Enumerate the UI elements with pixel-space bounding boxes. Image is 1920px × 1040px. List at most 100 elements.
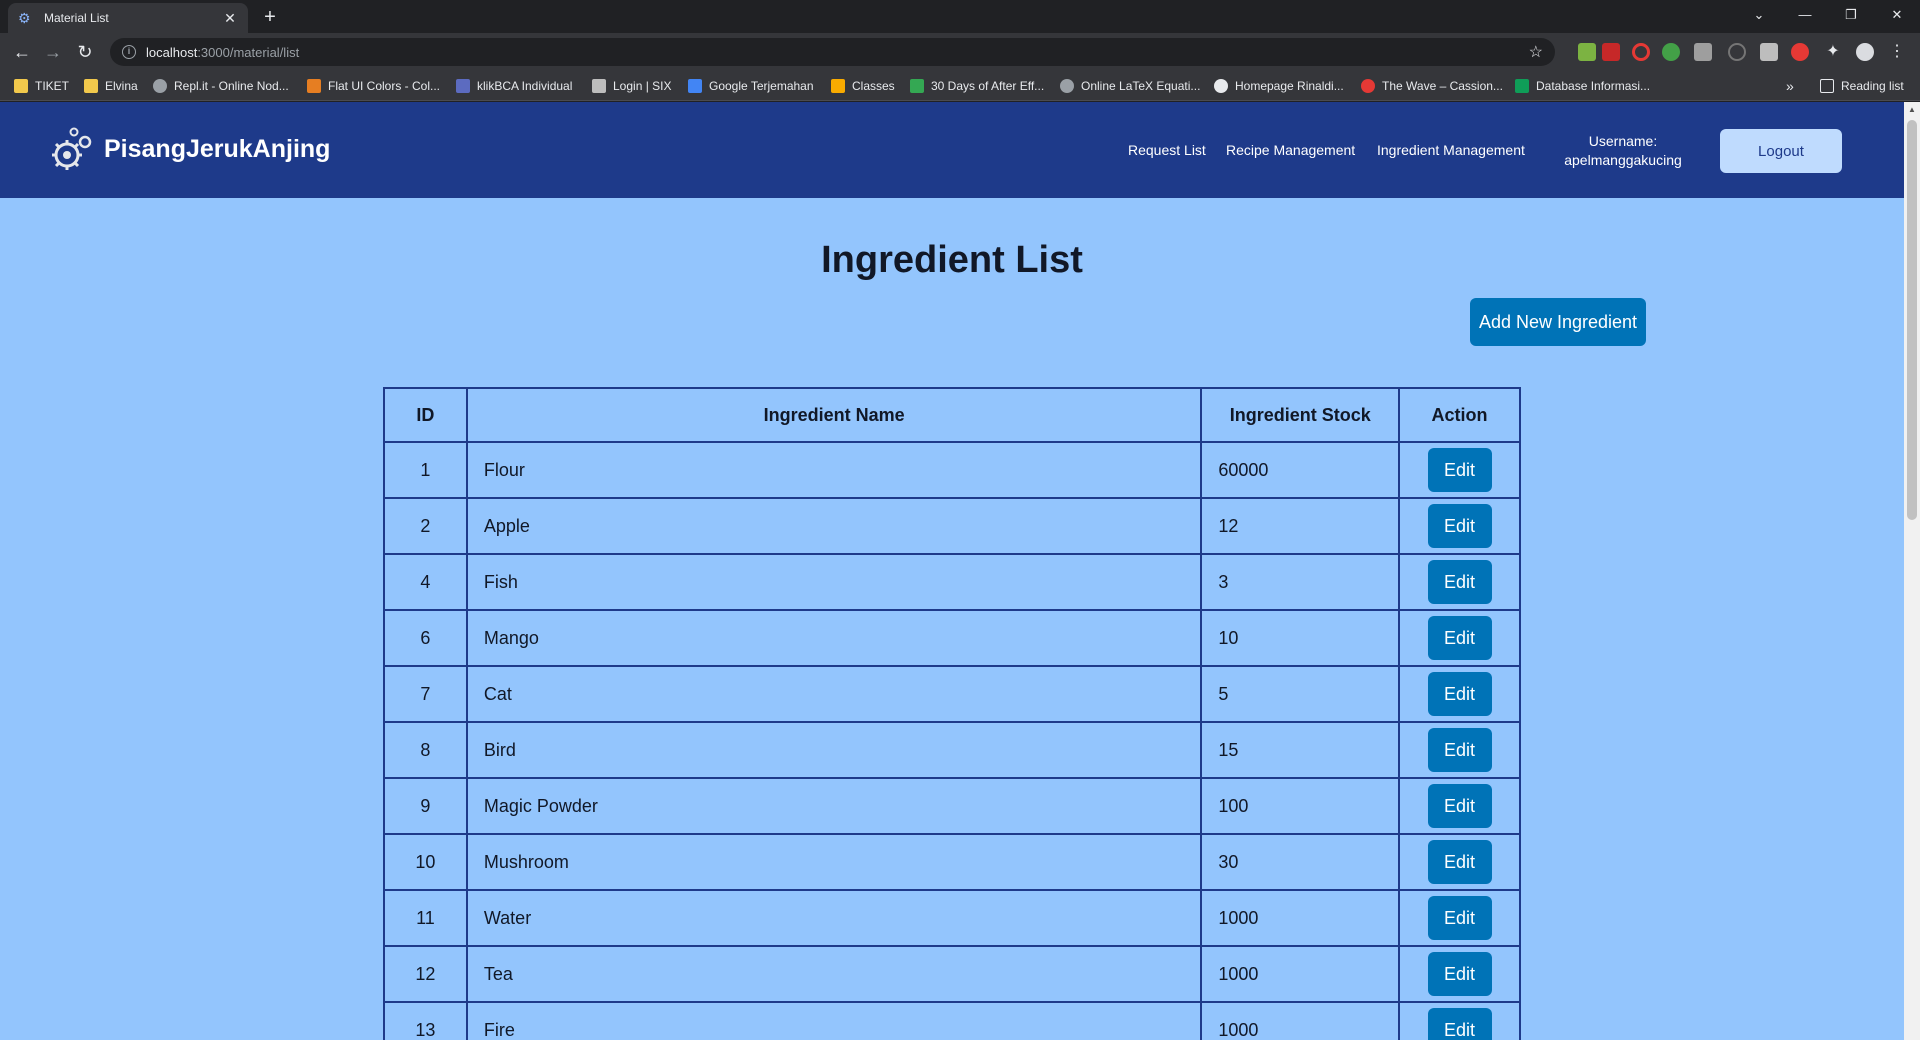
cell-stock: 1000 — [1200, 945, 1401, 1003]
reload-icon[interactable]: ↻ — [73, 40, 97, 64]
cell-stock: 10 — [1200, 609, 1401, 667]
page-title: Ingredient List — [821, 239, 1083, 281]
table-row: 11 Water 1000 Edit — [383, 889, 1521, 947]
cell-id: 9 — [383, 777, 468, 835]
edit-button[interactable]: Edit — [1427, 728, 1492, 772]
ublock-icon[interactable] — [1602, 43, 1620, 61]
nav-ingredient-management[interactable]: Ingredient Management — [1377, 142, 1525, 158]
gear-icon — [1060, 79, 1074, 93]
reading-list-icon — [1820, 79, 1834, 93]
extension-icon[interactable] — [1791, 43, 1809, 61]
cell-id: 7 — [383, 665, 468, 723]
bookmark-item[interactable]: Repl.it - Online Nod... — [153, 78, 289, 94]
close-window-icon[interactable]: ✕ — [1874, 0, 1920, 30]
username-label: Username: — [1588, 133, 1658, 149]
opera-icon[interactable] — [1632, 43, 1650, 61]
cell-id: 11 — [383, 889, 468, 947]
forward-icon[interactable]: → — [41, 40, 65, 64]
bookmark-star-icon[interactable]: ☆ — [1529, 42, 1543, 62]
bookmark-item[interactable]: 30 Days of After Eff... — [910, 78, 1044, 94]
table-row: 6 Mango 10 Edit — [383, 609, 1521, 667]
cell-action: Edit — [1398, 945, 1521, 1003]
tab-search-icon[interactable]: ⌄ — [1736, 0, 1782, 30]
edit-button[interactable]: Edit — [1427, 672, 1492, 716]
puzzle-icon[interactable]: ✦ — [1824, 43, 1842, 61]
tab-strip: ⚙ Material List ✕ + ⌄ — ❐ ✕ — [0, 0, 1920, 33]
cell-stock: 15 — [1200, 721, 1401, 779]
table-header-row: ID Ingredient Name Ingredient Stock Acti… — [383, 387, 1521, 443]
header-action: Action — [1398, 387, 1521, 443]
nav-recipe-management[interactable]: Recipe Management — [1226, 142, 1355, 158]
edit-button[interactable]: Edit — [1427, 616, 1492, 660]
translate-icon — [688, 79, 702, 93]
scroll-thumb[interactable] — [1907, 120, 1917, 520]
browser-tab[interactable]: ⚙ Material List ✕ — [8, 3, 248, 33]
page-viewport: PisangJerukAnjing Request List Recipe Ma… — [0, 102, 1904, 1040]
minimize-icon[interactable]: — — [1782, 0, 1828, 30]
edit-button[interactable]: Edit — [1427, 448, 1492, 492]
new-tab-icon[interactable]: + — [258, 5, 282, 29]
cell-name: Fire — [465, 1001, 1203, 1040]
cell-action: Edit — [1398, 889, 1521, 947]
cell-stock: 12 — [1200, 497, 1401, 555]
back-icon[interactable]: ← — [10, 40, 34, 64]
cell-action: Edit — [1398, 497, 1521, 555]
cell-name: Cat — [465, 665, 1203, 723]
bookmark-item[interactable]: klikBCA Individual — [456, 78, 572, 94]
bookmark-item[interactable]: Database Informasi... — [1515, 78, 1650, 94]
extension-icon[interactable] — [1760, 43, 1778, 61]
address-bar[interactable]: i localhost :3000/material/list ☆ — [110, 38, 1555, 66]
bookmark-item[interactable]: Online LaTeX Equati... — [1060, 78, 1200, 94]
menu-icon[interactable]: ⋮ — [1888, 43, 1906, 61]
bookmark-item[interactable]: Flat UI Colors - Col... — [307, 78, 440, 94]
edit-button[interactable]: Edit — [1427, 504, 1492, 548]
camera-icon[interactable] — [1694, 43, 1712, 61]
edit-button[interactable]: Edit — [1427, 840, 1492, 884]
bookmark-item[interactable]: Elvina — [84, 78, 138, 94]
edit-button[interactable]: Edit — [1427, 896, 1492, 940]
extension-icon[interactable] — [1728, 43, 1746, 61]
cell-stock: 30 — [1200, 833, 1401, 891]
six-icon — [592, 79, 606, 93]
cell-name: Apple — [465, 497, 1203, 555]
replit-icon — [153, 79, 167, 93]
nav-request-list[interactable]: Request List — [1128, 142, 1206, 158]
chart-icon — [910, 79, 924, 93]
cell-name: Magic Powder — [465, 777, 1203, 835]
site-info-icon[interactable]: i — [122, 45, 136, 59]
user-info: Username: apelmanggakucing — [1552, 132, 1694, 170]
scroll-up-icon[interactable]: ▲ — [1904, 102, 1920, 118]
bookmark-item[interactable]: Login | SIX — [592, 78, 672, 94]
music-icon — [1361, 79, 1375, 93]
reading-list[interactable]: Reading list — [1820, 78, 1904, 94]
table-row: 12 Tea 1000 Edit — [383, 945, 1521, 1003]
table-row: 1 Flour 60000 Edit — [383, 441, 1521, 499]
bookmark-item[interactable]: Google Terjemahan — [688, 78, 814, 94]
add-ingredient-button[interactable]: Add New Ingredient — [1470, 298, 1646, 346]
classroom-icon — [831, 79, 845, 93]
cell-action: Edit — [1398, 441, 1521, 499]
extension-icon[interactable] — [1662, 43, 1680, 61]
vertical-scrollbar[interactable]: ▲ — [1904, 102, 1920, 1040]
edit-button[interactable]: Edit — [1427, 784, 1492, 828]
bookmark-item[interactable]: Homepage Rinaldi... — [1214, 78, 1344, 94]
profile-avatar-icon[interactable] — [1856, 43, 1874, 61]
close-tab-icon[interactable]: ✕ — [222, 10, 238, 27]
cell-name: Flour — [465, 441, 1203, 499]
edit-button[interactable]: Edit — [1427, 560, 1492, 604]
logout-button[interactable]: Logout — [1720, 129, 1842, 173]
more-bookmarks-icon[interactable]: » — [1786, 78, 1794, 94]
cell-stock: 100 — [1200, 777, 1401, 835]
cell-name: Tea — [465, 945, 1203, 1003]
brand-name[interactable]: PisangJerukAnjing — [104, 135, 330, 164]
table-row: 13 Fire 1000 Edit — [383, 1001, 1521, 1040]
sheets-icon — [1515, 79, 1529, 93]
edit-button[interactable]: Edit — [1427, 952, 1492, 996]
bookmark-item[interactable]: Classes — [831, 78, 895, 94]
edit-button[interactable]: Edit — [1427, 1008, 1492, 1040]
restore-icon[interactable]: ❐ — [1828, 0, 1874, 30]
extension-icon[interactable] — [1578, 43, 1596, 61]
bookmark-item[interactable]: TIKET — [14, 78, 69, 94]
bookmark-item[interactable]: The Wave – Cassion... — [1361, 78, 1503, 94]
table-row: 8 Bird 15 Edit — [383, 721, 1521, 779]
